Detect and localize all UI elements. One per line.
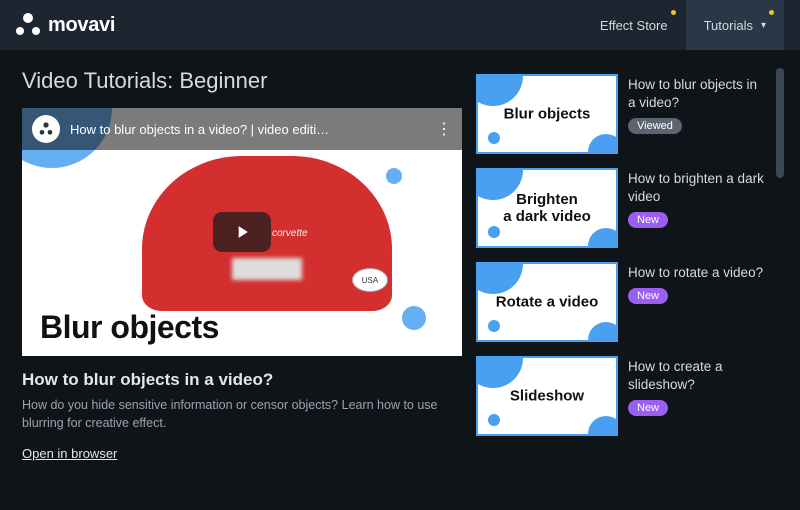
page-title: Video Tutorials: Beginner xyxy=(22,68,462,94)
list-meta: How to rotate a video? New xyxy=(628,262,768,304)
list-title: How to rotate a video? xyxy=(628,264,768,282)
list-title: How to brighten a dark video xyxy=(628,170,768,206)
thumb-caption: Blur objects xyxy=(478,105,616,122)
content: Video Tutorials: Beginner corvette USA B… xyxy=(0,50,800,510)
open-in-browser-link[interactable]: Open in browser xyxy=(22,446,117,461)
nav-label: Effect Store xyxy=(600,18,668,33)
play-button[interactable] xyxy=(213,212,271,252)
car-sticker: USA xyxy=(352,268,388,292)
list-title: How to blur objects in a video? xyxy=(628,76,768,112)
top-nav: Effect Store Tutorials ▾ xyxy=(582,0,784,50)
status-badge: New xyxy=(628,400,668,416)
thumb-caption: Rotate a video xyxy=(478,293,616,310)
nav-effect-store[interactable]: Effect Store xyxy=(582,0,686,50)
list-thumbnail: Slideshow xyxy=(476,356,618,436)
notification-dot-icon xyxy=(671,10,676,15)
notification-dot-icon xyxy=(769,10,774,15)
scrollbar[interactable] xyxy=(776,68,784,178)
status-badge: New xyxy=(628,212,668,228)
list-meta: How to brighten a dark video New xyxy=(628,168,768,228)
list-thumbnail: Rotate a video xyxy=(476,262,618,342)
list-thumbnail: Brighten a dark video xyxy=(476,168,618,248)
video-title: How to blur objects in a video? | video … xyxy=(70,122,426,137)
list-item[interactable]: Blur objects How to blur objects in a vid… xyxy=(476,68,774,162)
channel-badge-icon[interactable] xyxy=(32,115,60,143)
video-player[interactable]: corvette USA Blur objects How to blur ob… xyxy=(22,108,462,356)
nav-label: Tutorials xyxy=(704,18,753,33)
logo-text: movavi xyxy=(48,14,115,37)
list-title: How to create a slideshow? xyxy=(628,358,768,394)
featured-title: How to blur objects in a video? xyxy=(22,370,462,390)
topbar: movavi Effect Store Tutorials ▾ xyxy=(0,0,800,50)
thumb-caption: Brighten a dark video xyxy=(478,191,616,226)
kebab-menu-icon[interactable]: ⋮ xyxy=(436,119,452,139)
car-brand-text: corvette xyxy=(272,228,308,239)
tutorial-list: Blur objects How to blur objects in a vid… xyxy=(476,68,784,510)
list-meta: How to create a slideshow? New xyxy=(628,356,768,416)
list-thumbnail: Blur objects xyxy=(476,74,618,154)
logo-icon xyxy=(16,13,40,37)
chevron-down-icon: ▾ xyxy=(761,20,766,31)
list-item[interactable]: Brighten a dark video How to brighten a d… xyxy=(476,162,774,256)
list-meta: How to blur objects in a video? Viewed xyxy=(628,74,768,134)
video-topbar: How to blur objects in a video? | video … xyxy=(22,108,462,150)
status-badge: Viewed xyxy=(628,118,682,134)
main-column: Video Tutorials: Beginner corvette USA B… xyxy=(22,68,462,510)
thumb-caption: Slideshow xyxy=(478,387,616,404)
list-item[interactable]: Slideshow How to create a slideshow? New xyxy=(476,350,774,444)
video-caption: Blur objects xyxy=(40,309,219,346)
list-item[interactable]: Rotate a video How to rotate a video? New xyxy=(476,256,774,350)
featured-description: How do you hide sensitive information or… xyxy=(22,396,462,432)
status-badge: New xyxy=(628,288,668,304)
nav-tutorials[interactable]: Tutorials ▾ xyxy=(686,0,784,50)
logo[interactable]: movavi xyxy=(16,13,115,37)
